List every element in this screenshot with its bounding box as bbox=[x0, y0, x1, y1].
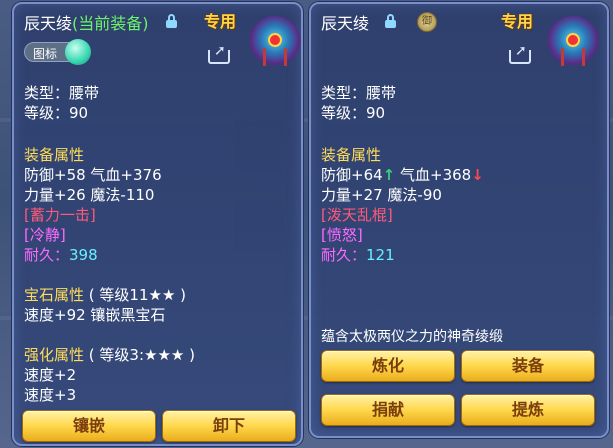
enhance-attr-title: 强化属性 bbox=[24, 346, 85, 364]
attr-hp: 气血+368 bbox=[400, 166, 472, 184]
durability-label: 耐久： bbox=[321, 246, 367, 264]
gem-level: ( 等级11★★ ) bbox=[88, 286, 187, 304]
durability-value: 398 bbox=[69, 246, 98, 264]
special-skill: [泼天乱棍] bbox=[321, 206, 393, 224]
emblem-toggle-label: 图标 bbox=[33, 47, 58, 61]
attr-line-1: 防御+64↑ 气血+368↓ bbox=[321, 164, 484, 185]
equip-button[interactable]: 装备 bbox=[461, 350, 595, 382]
gem-attr-header: 宝石属性 ( 等级11★★ ) bbox=[24, 284, 186, 305]
item-type: 类型：腰带 bbox=[24, 84, 100, 102]
inlay-button[interactable]: 镶嵌 bbox=[22, 410, 156, 442]
equip-attr-title: 装备属性 bbox=[24, 146, 85, 164]
donate-button[interactable]: 捐献 bbox=[321, 394, 455, 426]
durability-label: 耐久： bbox=[24, 246, 70, 264]
enhance-line-1: 速度+2 bbox=[24, 366, 77, 384]
special-effect: [愤怒] bbox=[321, 226, 363, 244]
durability-value: 121 bbox=[366, 246, 395, 264]
compare-item-panel: 辰天绫 御 专用 ➚ 类型：腰带 等级：90 装备属性 防御+64↑ 气血+36… bbox=[309, 2, 609, 438]
belt-item-icon bbox=[249, 16, 301, 68]
item-name: 辰天绫 bbox=[321, 14, 370, 33]
item-type: 类型：腰带 bbox=[321, 84, 397, 102]
lock-icon[interactable] bbox=[166, 14, 177, 28]
item-level: 等级：90 bbox=[321, 104, 386, 122]
share-icon[interactable]: ➚ bbox=[509, 44, 533, 64]
seal-icon: 御 bbox=[417, 12, 437, 32]
emblem-toggle[interactable]: 图标 bbox=[24, 39, 91, 65]
current-equipment-panel: 辰天绫(当前装备) 专用 图标 ➚ 类型：腰带 等级：90 装备属性 防御+58… bbox=[12, 2, 303, 446]
item-level: 等级：90 bbox=[24, 104, 89, 122]
lock-icon[interactable] bbox=[385, 14, 396, 28]
special-skill: [蓄力一击] bbox=[24, 206, 96, 224]
enhance-level: ( 等级3:★★★ ) bbox=[88, 346, 195, 364]
special-effect: [冷静] bbox=[24, 226, 66, 244]
enhance-attr-header: 强化属性 ( 等级3:★★★ ) bbox=[24, 344, 195, 365]
equip-attr-title: 装备属性 bbox=[321, 146, 382, 164]
item-name: 辰天绫 bbox=[24, 14, 73, 33]
decrease-arrow-icon: ↓ bbox=[471, 166, 484, 184]
durability: 耐久：398 bbox=[24, 244, 98, 265]
attr-line-2: 力量+27 魔法-90 bbox=[321, 186, 442, 204]
gem-line: 速度+92 镶嵌黑宝石 bbox=[24, 306, 166, 324]
belt-item-icon bbox=[547, 16, 599, 68]
extract-button[interactable]: 提炼 bbox=[461, 394, 595, 426]
attr-line-1: 防御+58 气血+376 bbox=[24, 166, 162, 184]
share-icon[interactable]: ➚ bbox=[208, 44, 232, 64]
attr-defense: 防御+64 bbox=[321, 166, 383, 184]
durability: 耐久：121 bbox=[321, 244, 395, 265]
item-title: 辰天绫(当前装备) bbox=[24, 10, 149, 34]
gem-attr-title: 宝石属性 bbox=[24, 286, 85, 304]
toggle-knob bbox=[65, 39, 91, 65]
refine-button[interactable]: 炼化 bbox=[321, 350, 455, 382]
increase-arrow-icon: ↑ bbox=[382, 166, 396, 184]
unequip-button[interactable]: 卸下 bbox=[162, 410, 296, 442]
item-description: 蕴含太极两仪之力的神奇绫缎 bbox=[321, 329, 503, 345]
attr-line-2: 力量+26 魔法-110 bbox=[24, 186, 155, 204]
exclusive-label: 专用 bbox=[204, 12, 237, 31]
enhance-line-2: 速度+3 bbox=[24, 386, 77, 404]
equipped-tag: (当前装备) bbox=[72, 14, 149, 33]
exclusive-label: 专用 bbox=[501, 12, 534, 31]
